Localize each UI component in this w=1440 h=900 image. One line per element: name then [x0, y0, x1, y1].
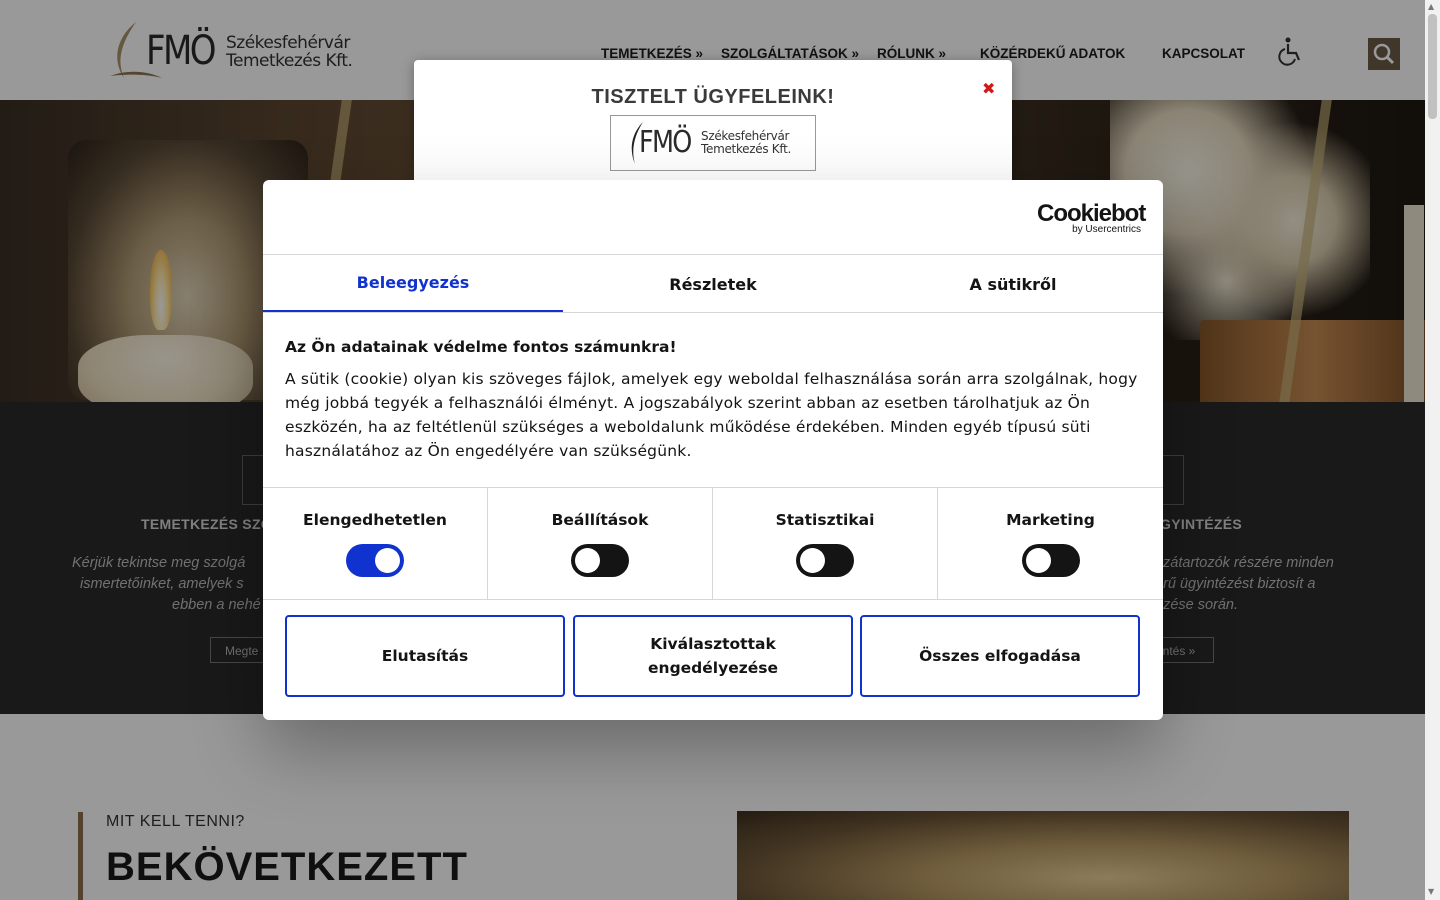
- toggle-marketing[interactable]: [1022, 544, 1080, 577]
- toggle-statisztikai[interactable]: [796, 544, 854, 577]
- scrollbar[interactable]: [1425, 0, 1440, 900]
- notice-popup: TISZTELT ÜGYFELEINK! ✖ FMÖ Székesfehérvá…: [414, 60, 1012, 200]
- reject-button[interactable]: Elutasítás: [285, 615, 565, 697]
- notice-logo-company-line2: Temetkezés Kft.: [701, 142, 792, 156]
- cookiebot-logo: Cookiebot by Usercentrics: [1037, 200, 1146, 235]
- cookie-body-text: A sütik (cookie) olyan kis szöveges fájl…: [285, 370, 1138, 460]
- tab-reszletek[interactable]: Részletek: [563, 255, 863, 313]
- tab-a-sutikrol[interactable]: A sütikről: [863, 255, 1163, 313]
- cookie-heading: Az Ön adatainak védelme fontos számunkra…: [285, 338, 677, 356]
- cookie-consent-dialog: Cookiebot by Usercentrics Beleegyezés Ré…: [263, 180, 1163, 720]
- tab-beleegyezes[interactable]: Beleegyezés: [263, 255, 563, 313]
- toggle-knob: [1026, 548, 1051, 573]
- category-label: Statisztikai: [775, 511, 875, 529]
- scroll-up-arrow-icon[interactable]: ▲: [1428, 2, 1434, 11]
- category-statisztikai: Statisztikai: [713, 487, 938, 599]
- category-beallitasok: Beállítások: [488, 487, 713, 599]
- allow-selected-button[interactable]: Kiválasztottak engedélyezése: [573, 615, 853, 697]
- divider: [263, 599, 1163, 600]
- toggle-knob: [375, 548, 400, 573]
- scrollbar-thumb[interactable]: [1428, 14, 1437, 119]
- cookie-categories: Elengedhetetlen Beállítások Statisztikai…: [263, 487, 1163, 599]
- toggle-elengedhetetlen[interactable]: [346, 544, 404, 577]
- category-label: Elengedhetetlen: [303, 511, 447, 529]
- category-label: Marketing: [1006, 511, 1095, 529]
- toggle-knob: [575, 548, 600, 573]
- category-marketing: Marketing: [938, 487, 1163, 599]
- toggle-knob: [800, 548, 825, 573]
- accept-all-button[interactable]: Összes elfogadása: [860, 615, 1140, 697]
- divider: [263, 312, 1163, 313]
- notice-logo: FMÖ Székesfehérvár Temetkezés Kft.: [610, 115, 816, 171]
- notice-logo-company: Székesfehérvár Temetkezés Kft.: [701, 130, 791, 156]
- close-icon[interactable]: ✖: [982, 79, 995, 98]
- category-elengedhetetlen: Elengedhetetlen: [263, 487, 488, 599]
- category-label: Beállítások: [551, 511, 649, 529]
- toggle-beallitasok[interactable]: [571, 544, 629, 577]
- notice-title: TISZTELT ÜGYFELEINK!: [591, 86, 835, 108]
- scroll-down-arrow-icon[interactable]: ▼: [1428, 887, 1434, 896]
- cookie-tabs: Beleegyezés Részletek A sütikről: [263, 255, 1163, 313]
- notice-logo-mark: FMÖ: [639, 125, 692, 160]
